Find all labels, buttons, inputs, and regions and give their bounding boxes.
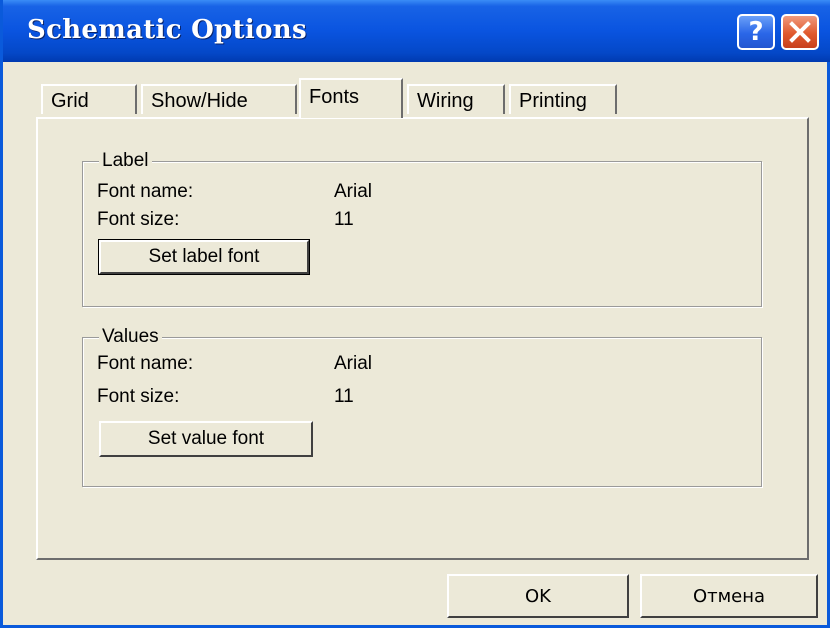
label-font-name-label: Font name: [97,181,194,202]
set-value-font-button[interactable]: Set value font [99,421,313,457]
set-label-font-button[interactable]: Set label font [98,239,310,275]
fonts-tab-panel: Label Font name: Arial Font size: 11 Set… [36,117,809,560]
values-group-title: Values [99,326,162,348]
dialog-window: Schematic Options ? Grid Show/Hide Fonts… [0,0,830,628]
tab-fonts-label: Fonts [309,86,360,108]
tab-wiring[interactable]: Wiring [407,84,505,114]
values-font-name-value: Arial [334,353,373,374]
tab-fonts[interactable]: Fonts [299,78,403,118]
help-icon: ? [748,17,764,47]
tab-printing[interactable]: Printing [509,84,617,114]
tab-printing-label: Printing [519,90,587,112]
title-bar[interactable]: Schematic Options ? [3,0,830,62]
help-button[interactable]: ? [737,14,775,50]
window-title: Schematic Options [27,15,307,45]
label-font-name-value: Arial [334,181,373,202]
set-value-font-label: Set value font [147,428,265,449]
values-groupbox: Values Font name: Arial Font size: 11 Se… [82,326,762,487]
tab-wiring-label: Wiring [417,90,474,112]
tab-show-hide[interactable]: Show/Hide [141,84,297,114]
cancel-label: Отмена [692,585,766,607]
label-font-size-label: Font size: [97,209,180,230]
ok-button[interactable]: OK [447,574,629,618]
tab-grid[interactable]: Grid [41,84,137,114]
set-label-font-label: Set label font [148,246,260,267]
tab-show-hide-label: Show/Hide [151,90,248,112]
values-font-name-label: Font name: [97,353,194,374]
close-icon [789,21,811,43]
label-font-size-value: 11 [334,209,354,230]
ok-label: OK [525,585,551,607]
values-font-size-label: Font size: [97,386,180,407]
tab-grid-label: Grid [51,90,89,112]
values-font-size-value: 11 [334,386,354,407]
close-button[interactable] [781,14,819,50]
label-groupbox: Label Font name: Arial Font size: 11 Set… [82,150,762,307]
label-group-title: Label [99,150,152,172]
cancel-button[interactable]: Отмена [640,574,818,618]
